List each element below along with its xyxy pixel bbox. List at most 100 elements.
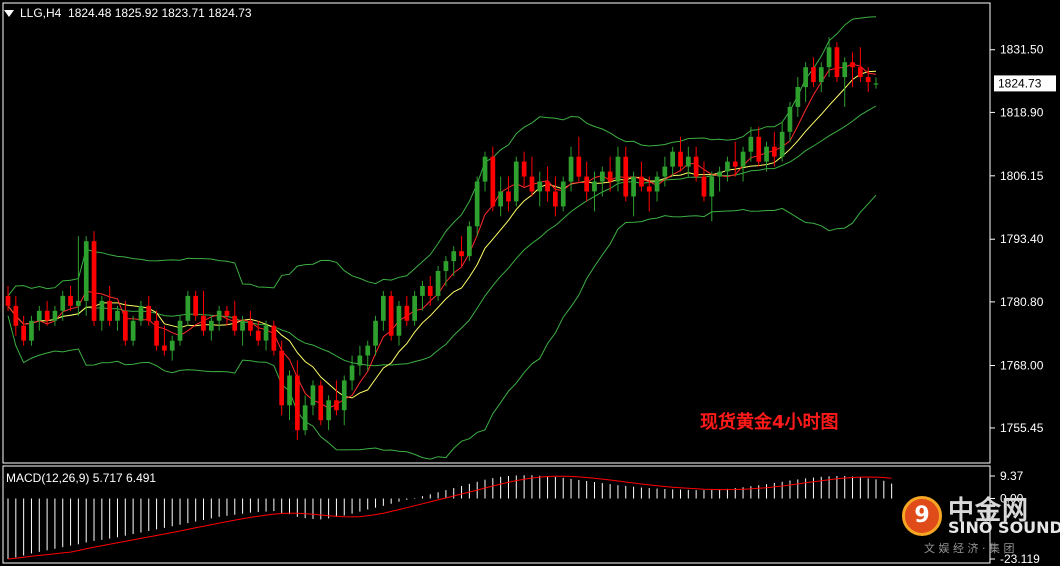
candle-body-bear (318, 385, 324, 421)
candle-body-bull (592, 181, 597, 192)
candle-body-bull (365, 345, 371, 356)
candle-body-bear (693, 156, 699, 177)
candle-body-bull (83, 241, 89, 301)
candle-body-bear (678, 151, 683, 167)
candle-body-bull (725, 161, 730, 172)
candle-body-bear (545, 181, 550, 192)
candle-body-bear (279, 350, 284, 406)
candle-body-bear (459, 251, 464, 257)
candle-body-bear (232, 315, 238, 331)
candle-body-bull (185, 295, 191, 321)
price-tick-label: 1793.40 (1000, 232, 1044, 246)
candle-body-bull (130, 320, 136, 341)
price-tick-label: 1768.00 (1000, 359, 1044, 373)
candle-body-bull (498, 191, 503, 207)
price-chart: 1831.50 1818.90 1806.15 1793.40 1780.80 1768.… (2, 2, 1056, 566)
candle-body-bull (381, 295, 386, 321)
candle-body-bear (646, 186, 652, 192)
candle-body-bear (13, 305, 19, 326)
candle-body-bull (748, 136, 754, 152)
candle-body-bull (709, 176, 715, 197)
candle-body-bull (631, 176, 636, 197)
candle-body-bull (341, 380, 347, 411)
indicator-lines (7, 16, 877, 460)
chart-header[interactable]: LLG,H4 1824.48 1825.92 1823.71 1824.73 (4, 6, 252, 20)
candle-body-bear (639, 176, 644, 187)
candle-body-bull (412, 295, 417, 321)
macd-header: MACD(12,26,9) 5.717 6.491 (6, 471, 157, 485)
watermark-logo: 9 中金网 SINO SOUND 文 娱 经 济 · 集 团 (896, 488, 1060, 566)
candle-body-bull (349, 365, 355, 381)
symbol-label: LLG,H4 (20, 6, 62, 20)
candle-body-bull (216, 310, 222, 321)
candle-body-bull (326, 400, 331, 421)
bollinger-upper-line (7, 16, 877, 297)
bollinger-middle-line (7, 105, 877, 367)
candle-body-bull (787, 106, 793, 132)
candle-body-bear (193, 295, 198, 316)
candle-body-bear (255, 330, 261, 341)
candle-body-bull (818, 67, 824, 83)
candle-body-bull (302, 405, 308, 431)
candle-body-bear (91, 241, 97, 321)
candle-body-bull (826, 47, 832, 68)
candle-body-bull (138, 305, 144, 321)
candle-body-bear (865, 77, 871, 83)
candle-body-bear (623, 156, 629, 197)
candle-body-bull (764, 146, 769, 162)
candle-body-bull (842, 62, 848, 78)
current-price-label: 1824.73 (998, 76, 1042, 90)
candle-body-bear (529, 176, 535, 192)
candle-body-bull (873, 83, 879, 85)
candle-body-bear (834, 47, 840, 78)
candle-body-bull (740, 151, 746, 167)
price-tick-label: 1755.45 (1000, 421, 1044, 435)
candle-body-bull (169, 340, 175, 351)
candle-body-bear (576, 156, 582, 177)
candle-body-bull (615, 156, 621, 182)
candle-body-bull (357, 355, 363, 366)
candle-body-bull (29, 320, 34, 341)
candle-body-bear (123, 310, 128, 341)
price-tick-label: 1818.90 (1000, 105, 1044, 119)
candle-body-bull (717, 171, 722, 177)
candle-body-bear (772, 146, 777, 157)
candle-body-bear (201, 315, 206, 331)
candle-body-bear (404, 305, 410, 321)
candle-body-bear (858, 67, 863, 78)
candle-body-bull (803, 67, 808, 88)
candle-body-bull (513, 161, 519, 202)
candle-body-bull (482, 156, 488, 182)
candle-body-bull (654, 176, 660, 192)
candle-body-bear (44, 310, 50, 321)
ma-fast-line (7, 63, 877, 409)
candle-body-bear (271, 325, 277, 351)
candle-body-bull (474, 181, 480, 227)
candle-body-bull (568, 156, 574, 182)
candle-body-bull (420, 286, 425, 296)
candle-body-bear (21, 325, 26, 341)
candle-body-bear (732, 161, 738, 167)
candle-body-bull (451, 251, 457, 262)
main-pane-border (2, 2, 991, 464)
candle-body-bear (521, 161, 527, 177)
candle-body-bull (467, 226, 472, 257)
candle-body-bear (506, 191, 511, 202)
candle-body-bear (850, 62, 855, 68)
candle-body-bull (76, 300, 81, 306)
candle-body-bear (553, 191, 558, 207)
candle-body-bull (373, 320, 378, 346)
candle-body-bull (435, 271, 441, 296)
candle-body-bull (52, 310, 58, 321)
candle-body-bear (811, 67, 816, 83)
dropdown-triangle-icon[interactable] (4, 10, 14, 18)
chart-window: 1831.50 1818.90 1806.15 1793.40 1780.80 1768.… (0, 0, 1060, 566)
candle-body-bull (310, 385, 316, 406)
candle-body-bull (396, 305, 402, 336)
macd-panel: 9.370.00-23.119 (7, 469, 1040, 566)
candle-body-bear (107, 300, 112, 321)
price-tick-label: 1780.80 (1000, 295, 1044, 309)
candle-body-bull (443, 261, 449, 271)
candle-body-bear (701, 176, 707, 197)
candle-body-bear (146, 305, 152, 321)
